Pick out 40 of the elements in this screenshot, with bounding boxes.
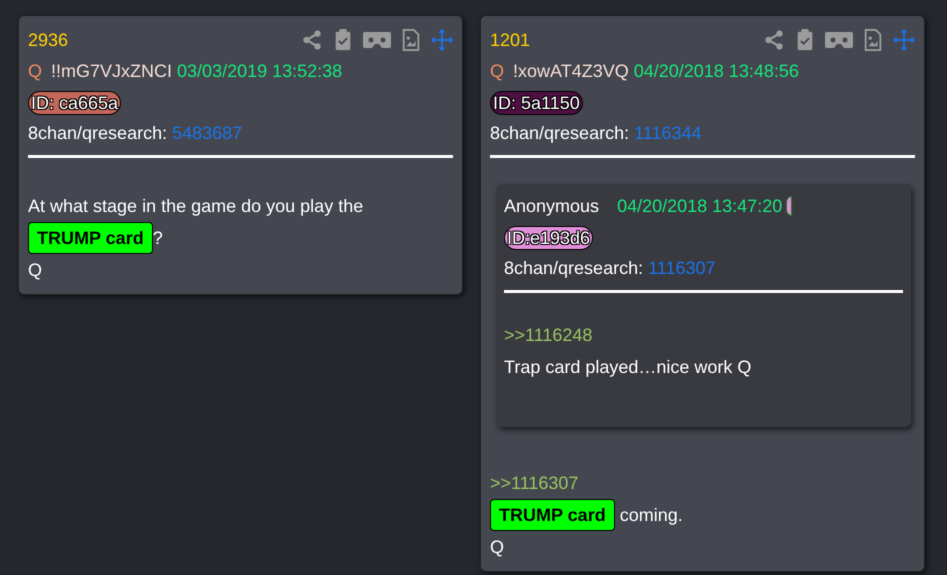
- share-icon[interactable]: [301, 29, 323, 51]
- image-file-icon[interactable]: [864, 29, 882, 51]
- body-text: coming.: [618, 504, 683, 527]
- tripcode: !xowAT4Z3VQ: [513, 60, 629, 83]
- badge-edge: [786, 196, 792, 216]
- clipboard-check-icon[interactable]: [334, 29, 352, 51]
- author-name: Anonymous: [504, 194, 600, 218]
- vr-goggles-icon[interactable]: [825, 31, 853, 49]
- highlight-text: TRUMP card: [490, 499, 615, 531]
- post-datetime: 04/20/2018 13:48:56: [634, 60, 799, 83]
- id-badge: ID:e193d6: [504, 226, 594, 250]
- clipboard-check-icon[interactable]: [796, 29, 814, 51]
- id-badge: ID: ca665a: [28, 90, 122, 114]
- author-name: Q: [490, 60, 504, 83]
- post-link[interactable]: 1116344: [634, 120, 702, 147]
- board-name: 8chan/qresearch:: [490, 122, 630, 145]
- highlight-text: TRUMP card: [28, 222, 153, 254]
- body-text: Q: [490, 536, 504, 558]
- post-number: 2936: [28, 28, 68, 52]
- body-text: At what stage in the game do you play the: [28, 194, 364, 218]
- tripcode: !!mG7VJxZNCI: [51, 60, 172, 83]
- reply-link[interactable]: >>1116248: [504, 322, 592, 348]
- reply-link[interactable]: >>1116307: [490, 470, 578, 496]
- share-icon[interactable]: [763, 29, 785, 51]
- board-name: 8chan/qresearch:: [28, 122, 168, 145]
- vr-goggles-icon[interactable]: [363, 31, 391, 49]
- body-text: Trap card played…nice work Q: [504, 356, 752, 379]
- post-link[interactable]: 1116307: [648, 255, 716, 282]
- post-datetime: 04/20/2018 13:47:20: [617, 194, 782, 218]
- body-text: Q: [28, 258, 42, 282]
- move-icon[interactable]: [893, 29, 915, 51]
- author-name: Q: [28, 60, 42, 83]
- id-badge: ID: 5a1150: [490, 90, 583, 114]
- post-datetime: 03/03/2019 13:52:38: [177, 60, 342, 83]
- image-file-icon[interactable]: [402, 29, 420, 51]
- move-icon[interactable]: [431, 29, 453, 51]
- body-text: ?: [152, 226, 163, 250]
- board-name: 8chan/qresearch:: [504, 257, 644, 280]
- post-link[interactable]: 5483687: [172, 120, 242, 147]
- post-number: 1201: [490, 28, 530, 52]
